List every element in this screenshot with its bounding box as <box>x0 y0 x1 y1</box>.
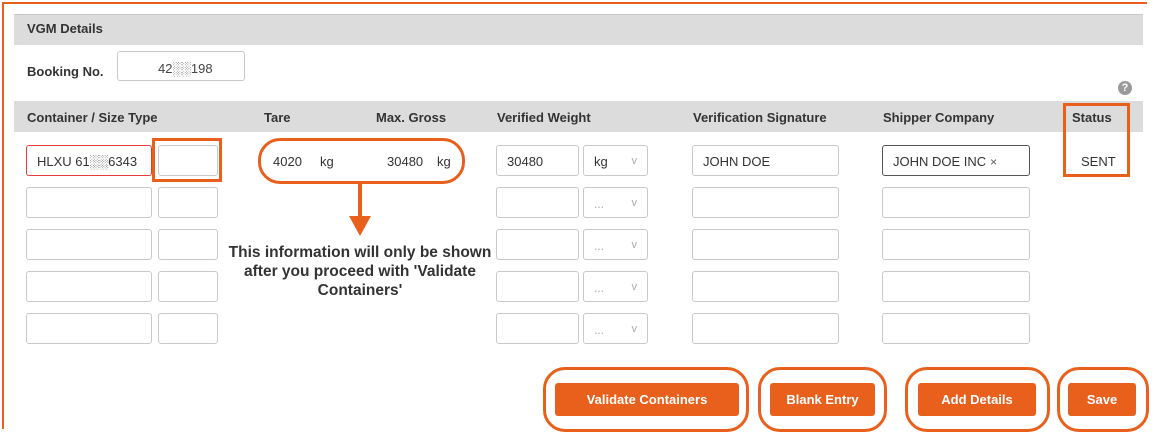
shipper-company-input[interactable] <box>882 229 1030 260</box>
verified-weight-input[interactable] <box>496 229 579 260</box>
size-type-input[interactable] <box>158 313 218 344</box>
weight-unit-select[interactable]: ... v <box>583 187 648 218</box>
weight-unit-placeholder: ... <box>594 281 605 295</box>
signature-input[interactable] <box>692 229 839 260</box>
verified-weight-input[interactable]: 30480 <box>496 145 579 176</box>
col-header-container: Container / Size Type <box>27 110 158 125</box>
container-number-input[interactable] <box>26 229 152 260</box>
shipper-company-tag: JOHN DOE INC <box>893 154 987 169</box>
arrow-head-icon <box>349 216 371 236</box>
weight-unit-select[interactable]: ... v <box>583 229 648 260</box>
signature-input[interactable] <box>692 187 839 218</box>
col-header-verification-signature: Verification Signature <box>693 110 827 125</box>
signature-input[interactable] <box>692 271 839 302</box>
remove-tag-icon[interactable]: × <box>990 155 997 169</box>
help-icon[interactable]: ? <box>1118 81 1132 95</box>
signature-input[interactable]: JOHN DOE <box>692 145 839 176</box>
container-number-input[interactable] <box>26 313 152 344</box>
shipper-company-input[interactable]: JOHN DOE INC × <box>882 145 1030 176</box>
container-number-input[interactable]: HLXU 61░░6343 <box>26 145 152 176</box>
shipper-company-input[interactable] <box>882 187 1030 218</box>
size-type-input[interactable] <box>158 187 218 218</box>
size-type-input[interactable] <box>158 271 218 302</box>
col-header-tare: Tare <box>264 110 291 125</box>
weight-unit-select[interactable]: ... v <box>583 313 648 344</box>
section-title: VGM Details <box>27 21 103 36</box>
weight-unit-placeholder: ... <box>594 197 605 211</box>
weight-unit-select[interactable]: kg v <box>583 145 648 176</box>
blank-entry-button[interactable]: Blank Entry <box>770 383 875 416</box>
chevron-down-icon: v <box>631 323 638 335</box>
weight-unit-placeholder: ... <box>594 239 605 253</box>
weights-highlight <box>258 138 465 184</box>
annotation-note: This information will only be shown afte… <box>228 244 492 299</box>
validate-containers-button[interactable]: Validate Containers <box>555 383 739 416</box>
col-header-shipper-company: Shipper Company <box>883 110 995 125</box>
container-number-input[interactable] <box>26 187 152 218</box>
chevron-down-icon: v <box>631 155 638 167</box>
weight-unit-placeholder: ... <box>594 323 605 337</box>
col-header-verified-weight: Verified Weight <box>497 110 591 125</box>
weight-unit-select[interactable]: ... v <box>583 271 648 302</box>
verified-weight-input[interactable] <box>496 187 579 218</box>
chevron-down-icon: v <box>631 239 638 251</box>
chevron-down-icon: v <box>631 197 638 209</box>
status-highlight <box>1063 103 1130 177</box>
size-type-highlight <box>152 138 222 182</box>
save-button[interactable]: Save <box>1068 383 1136 416</box>
booking-number-input[interactable]: 42░░198 <box>117 51 245 81</box>
chevron-down-icon: v <box>631 281 638 293</box>
verified-weight-input[interactable] <box>496 271 579 302</box>
add-details-button[interactable]: Add Details <box>918 383 1036 416</box>
verified-weight-input[interactable] <box>496 313 579 344</box>
size-type-input[interactable] <box>158 229 218 260</box>
col-header-max-gross: Max. Gross <box>376 110 447 125</box>
shipper-company-input[interactable] <box>882 271 1030 302</box>
weight-unit-value: kg <box>594 154 608 169</box>
signature-input[interactable] <box>692 313 839 344</box>
shipper-company-input[interactable] <box>882 313 1030 344</box>
container-number-input[interactable] <box>26 271 152 302</box>
section-header <box>14 14 1143 45</box>
booking-label: Booking No. <box>27 64 104 79</box>
